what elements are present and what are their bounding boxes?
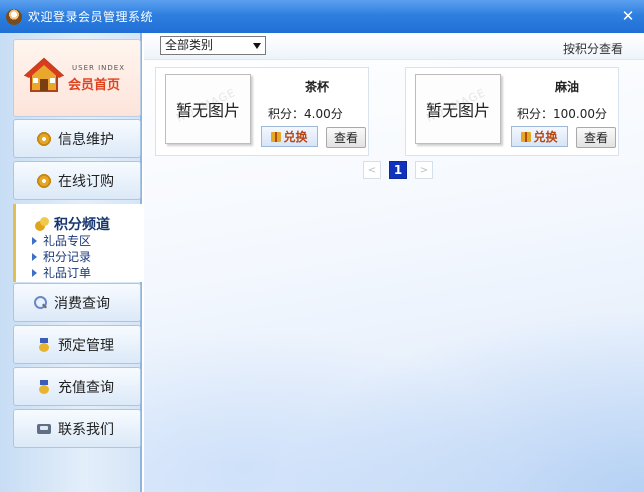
prev-page-button[interactable]: < [363, 161, 381, 179]
sidebar-item-label: 积分频道 [54, 217, 110, 233]
medal-icon [36, 379, 52, 395]
medal-icon [36, 337, 52, 353]
sidebar-item-recharge-query[interactable]: 充值查询 [13, 367, 141, 406]
sidebar-item-label: 充值查询 [58, 379, 114, 396]
no-image-text: 暂无图片 [175, 101, 240, 120]
product-card: NO IMAGE 暂无图片 茶杯 积分：4.00分 兑换 查看 [155, 67, 369, 156]
close-button[interactable]: ✕ [620, 8, 636, 24]
phone-icon [36, 421, 52, 437]
product-name: 麻油 [555, 80, 580, 94]
redeem-button[interactable]: 兑换 [261, 126, 318, 147]
view-label: 查看 [583, 131, 608, 145]
gear-icon [36, 172, 52, 189]
coins-icon [34, 216, 50, 232]
sidebar-item-label: 预定管理 [58, 337, 114, 354]
app-icon [6, 8, 22, 25]
next-page-button[interactable]: > [415, 161, 433, 179]
sidebar-item-reservation-management[interactable]: 预定管理 [13, 325, 141, 364]
sidebar-item-label: 消费查询 [54, 295, 110, 312]
sidebar-section-points: 积分频道 礼品专区 积分记录 礼品订单 [13, 204, 142, 282]
home-label: 会员首页 [68, 78, 121, 93]
sidebar-item-info-maintenance[interactable]: 信息维护 [13, 119, 141, 158]
gift-icon [521, 131, 532, 142]
sidebar-item-consumption-query[interactable]: 消费查询 [13, 283, 141, 322]
pagination: < 1 > [363, 161, 441, 179]
chevron-down-icon [253, 43, 261, 49]
category-select[interactable]: 全部类别 [160, 36, 266, 55]
sidebar-subitem-gift-zone[interactable]: 礼品专区 [31, 234, 91, 248]
title-bar: 欢迎登录会员管理系统 ✕ [0, 0, 644, 33]
product-points: 积分：100.00分 [517, 107, 607, 121]
category-select-value: 全部类别 [165, 38, 214, 52]
sidebar-item-label: 信息维护 [58, 131, 114, 148]
sidebar-item-online-order[interactable]: 在线订购 [13, 161, 141, 200]
product-points: 积分：4.00分 [268, 107, 343, 121]
window-title: 欢迎登录会员管理系统 [28, 10, 154, 24]
view-label: 查看 [333, 131, 358, 145]
sidebar-item-label: 在线订购 [58, 173, 114, 190]
view-button[interactable]: 查看 [576, 127, 616, 148]
home-subtitle: USER INDEX [72, 64, 125, 72]
gear-icon [36, 130, 52, 147]
gift-icon [271, 131, 282, 142]
sidebar-subitem-gift-orders[interactable]: 礼品订单 [31, 266, 91, 280]
product-name: 茶杯 [305, 80, 330, 94]
redeem-button[interactable]: 兑换 [511, 126, 568, 147]
sidebar-item-label: 联系我们 [58, 421, 114, 438]
house-icon [24, 57, 64, 92]
product-image-placeholder[interactable]: NO IMAGE 暂无图片 [415, 74, 501, 144]
sidebar-subitem-points-record[interactable]: 积分记录 [31, 250, 91, 264]
view-button[interactable]: 查看 [326, 127, 366, 148]
sort-by-points-link[interactable]: 按积分查看 [563, 40, 623, 57]
product-image-placeholder[interactable]: NO IMAGE 暂无图片 [165, 74, 251, 144]
no-image-text: 暂无图片 [425, 101, 490, 120]
member-home-button[interactable]: USER INDEX 会员首页 [13, 39, 141, 117]
filter-bar: 全部类别 按积分查看 [144, 33, 644, 60]
current-page[interactable]: 1 [389, 161, 407, 179]
sidebar: USER INDEX 会员首页 信息维护 在线订购 积分频道 礼品专区 积分记录… [0, 33, 142, 492]
redeem-label: 兑换 [283, 130, 308, 144]
product-card: NO IMAGE 暂无图片 麻油 积分：100.00分 兑换 查看 [405, 67, 619, 156]
sidebar-item-contact-us[interactable]: 联系我们 [13, 409, 141, 448]
sidebar-item-points-channel[interactable]: 积分频道 [34, 214, 110, 234]
magnifier-icon [32, 295, 48, 311]
redeem-label: 兑换 [533, 130, 558, 144]
main-content: 全部类别 按积分查看 NO IMAGE 暂无图片 茶杯 积分：4.00分 兑换 … [144, 33, 644, 492]
